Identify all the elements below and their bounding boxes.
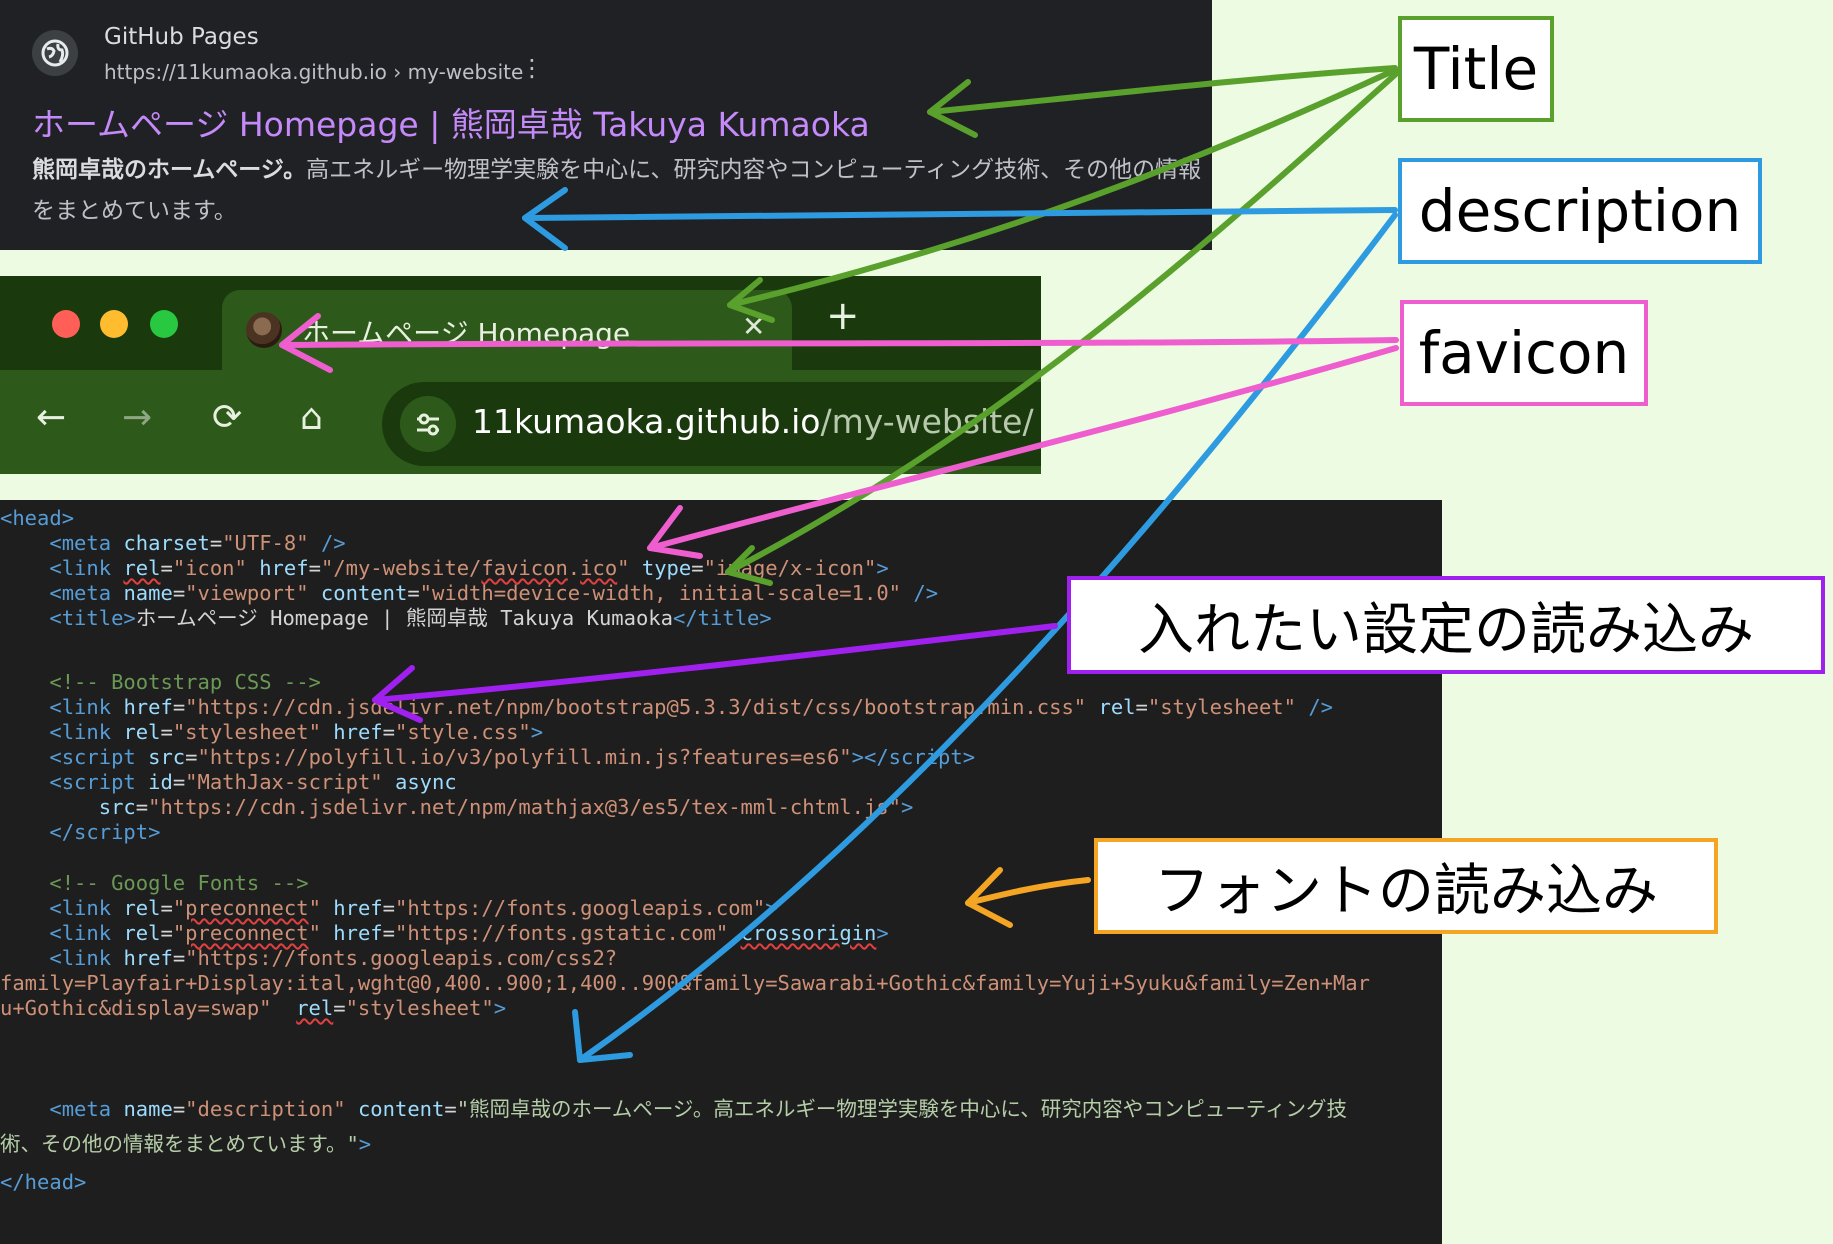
- search-result-panel: GitHub Pages https://11kumaoka.github.io…: [0, 0, 1212, 250]
- code-line-head-open: <head>: [0, 506, 74, 531]
- address-text[interactable]: 11kumaoka.github.io/my-website/: [472, 402, 1034, 441]
- tab-title: ホームページ Homepage | 熊岡卓哉 Takuya Kumaoka: [302, 317, 642, 350]
- code-line-bootstrap-css: <link href="https://cdn.jsdelivr.net/npm…: [49, 695, 1333, 719]
- code-line-google-fonts-end: u+Gothic&display=swap" rel="stylesheet">: [0, 996, 507, 1020]
- head-open-tag: <head>: [0, 506, 75, 530]
- label-fonts: フォントの読み込み: [1094, 838, 1718, 934]
- site-url[interactable]: https://11kumaoka.github.io › my-website: [104, 60, 523, 84]
- code-line-script-close: </script>: [49, 820, 161, 844]
- globe-icon: [32, 30, 78, 76]
- address-bar[interactable]: 11kumaoka.github.io/my-website/: [382, 382, 1041, 466]
- comment-bootstrap: <!-- Bootstrap CSS -->: [49, 670, 321, 694]
- code-line-mathjax-open: <script id="MathJax-script" async: [49, 770, 457, 794]
- code-line-style-css: <link rel="stylesheet" href="style.css">: [49, 720, 544, 744]
- result-description-bold: 熊岡卓哉のホームページ。: [32, 157, 307, 183]
- browser-tab[interactable]: ホームページ Homepage | 熊岡卓哉 Takuya Kumaoka ✕: [222, 290, 792, 370]
- minimize-window-button[interactable]: [100, 310, 128, 338]
- more-vertical-icon[interactable]: ⋮: [520, 54, 544, 82]
- code-line-meta-description: <meta name="description" content="熊岡卓哉のホ…: [49, 1097, 1348, 1121]
- comment-fonts: <!-- Google Fonts -->: [49, 871, 309, 895]
- reload-icon[interactable]: ⟳: [212, 400, 242, 436]
- close-window-button[interactable]: [52, 310, 80, 338]
- code-line-meta-description-cont: 術、その他の情報をまとめています。">: [0, 1132, 372, 1156]
- result-description: 熊岡卓哉のホームページ。高エネルギー物理学実験を中心に、研究内容やコンピューティ…: [32, 150, 1207, 232]
- site-settings-icon[interactable]: [400, 396, 456, 452]
- code-line-meta-viewport: <meta name="viewport" content="width=dev…: [49, 581, 939, 605]
- head-close-tag: </head>: [0, 1170, 87, 1194]
- maximize-window-button[interactable]: [150, 310, 178, 338]
- code-line-preconnect-2: <link rel="preconnect" href="https://fon…: [49, 921, 889, 945]
- home-icon[interactable]: ⌂: [300, 400, 323, 436]
- site-name[interactable]: GitHub Pages: [104, 24, 259, 50]
- url-path: /my-website/: [820, 402, 1034, 441]
- result-title-link[interactable]: ホームページ Homepage | 熊岡卓哉 Takuya Kumaoka: [32, 98, 870, 146]
- code-line-head-close: </head>: [0, 1170, 86, 1195]
- label-settings: 入れたい設定の読み込み: [1067, 576, 1825, 674]
- label-description: description: [1398, 158, 1762, 264]
- code-line-google-fonts-href: <link href="https://fonts.googleapis.com…: [49, 946, 618, 970]
- code-line-google-fonts-families: family=Playfair+Display:ital,wght@0,400.…: [0, 971, 1370, 995]
- label-title: Title: [1398, 16, 1554, 122]
- code-line-preconnect-1: <link rel="preconnect" href="https://fon…: [49, 896, 778, 920]
- code-line-polyfill: <script src="https://polyfill.io/v3/poly…: [49, 745, 976, 769]
- code-line-meta-charset: <meta charset="UTF-8" />: [49, 531, 346, 555]
- code-line-title: <title>ホームページ Homepage | 熊岡卓哉 Takuya Kum…: [49, 606, 772, 630]
- favicon-icon: [246, 312, 282, 348]
- forward-arrow-icon[interactable]: →: [122, 400, 152, 436]
- code-line-comment-fonts: <!-- Google Fonts -->: [0, 871, 309, 896]
- back-arrow-icon[interactable]: ←: [36, 400, 66, 436]
- url-host: 11kumaoka.github.io: [472, 402, 821, 441]
- tab-close-icon[interactable]: ✕: [742, 310, 765, 343]
- browser-chrome: ホームページ Homepage | 熊岡卓哉 Takuya Kumaoka ✕ …: [0, 276, 1041, 474]
- label-favicon: favicon: [1400, 300, 1648, 406]
- code-line-comment-bootstrap: <!-- Bootstrap CSS -->: [0, 670, 321, 695]
- code-line-link-icon: <link rel="icon" href="/my-website/favic…: [49, 556, 889, 580]
- code-line-mathjax-src: src="https://cdn.jsdelivr.net/npm/mathja…: [98, 795, 914, 819]
- new-tab-button[interactable]: +: [826, 296, 860, 336]
